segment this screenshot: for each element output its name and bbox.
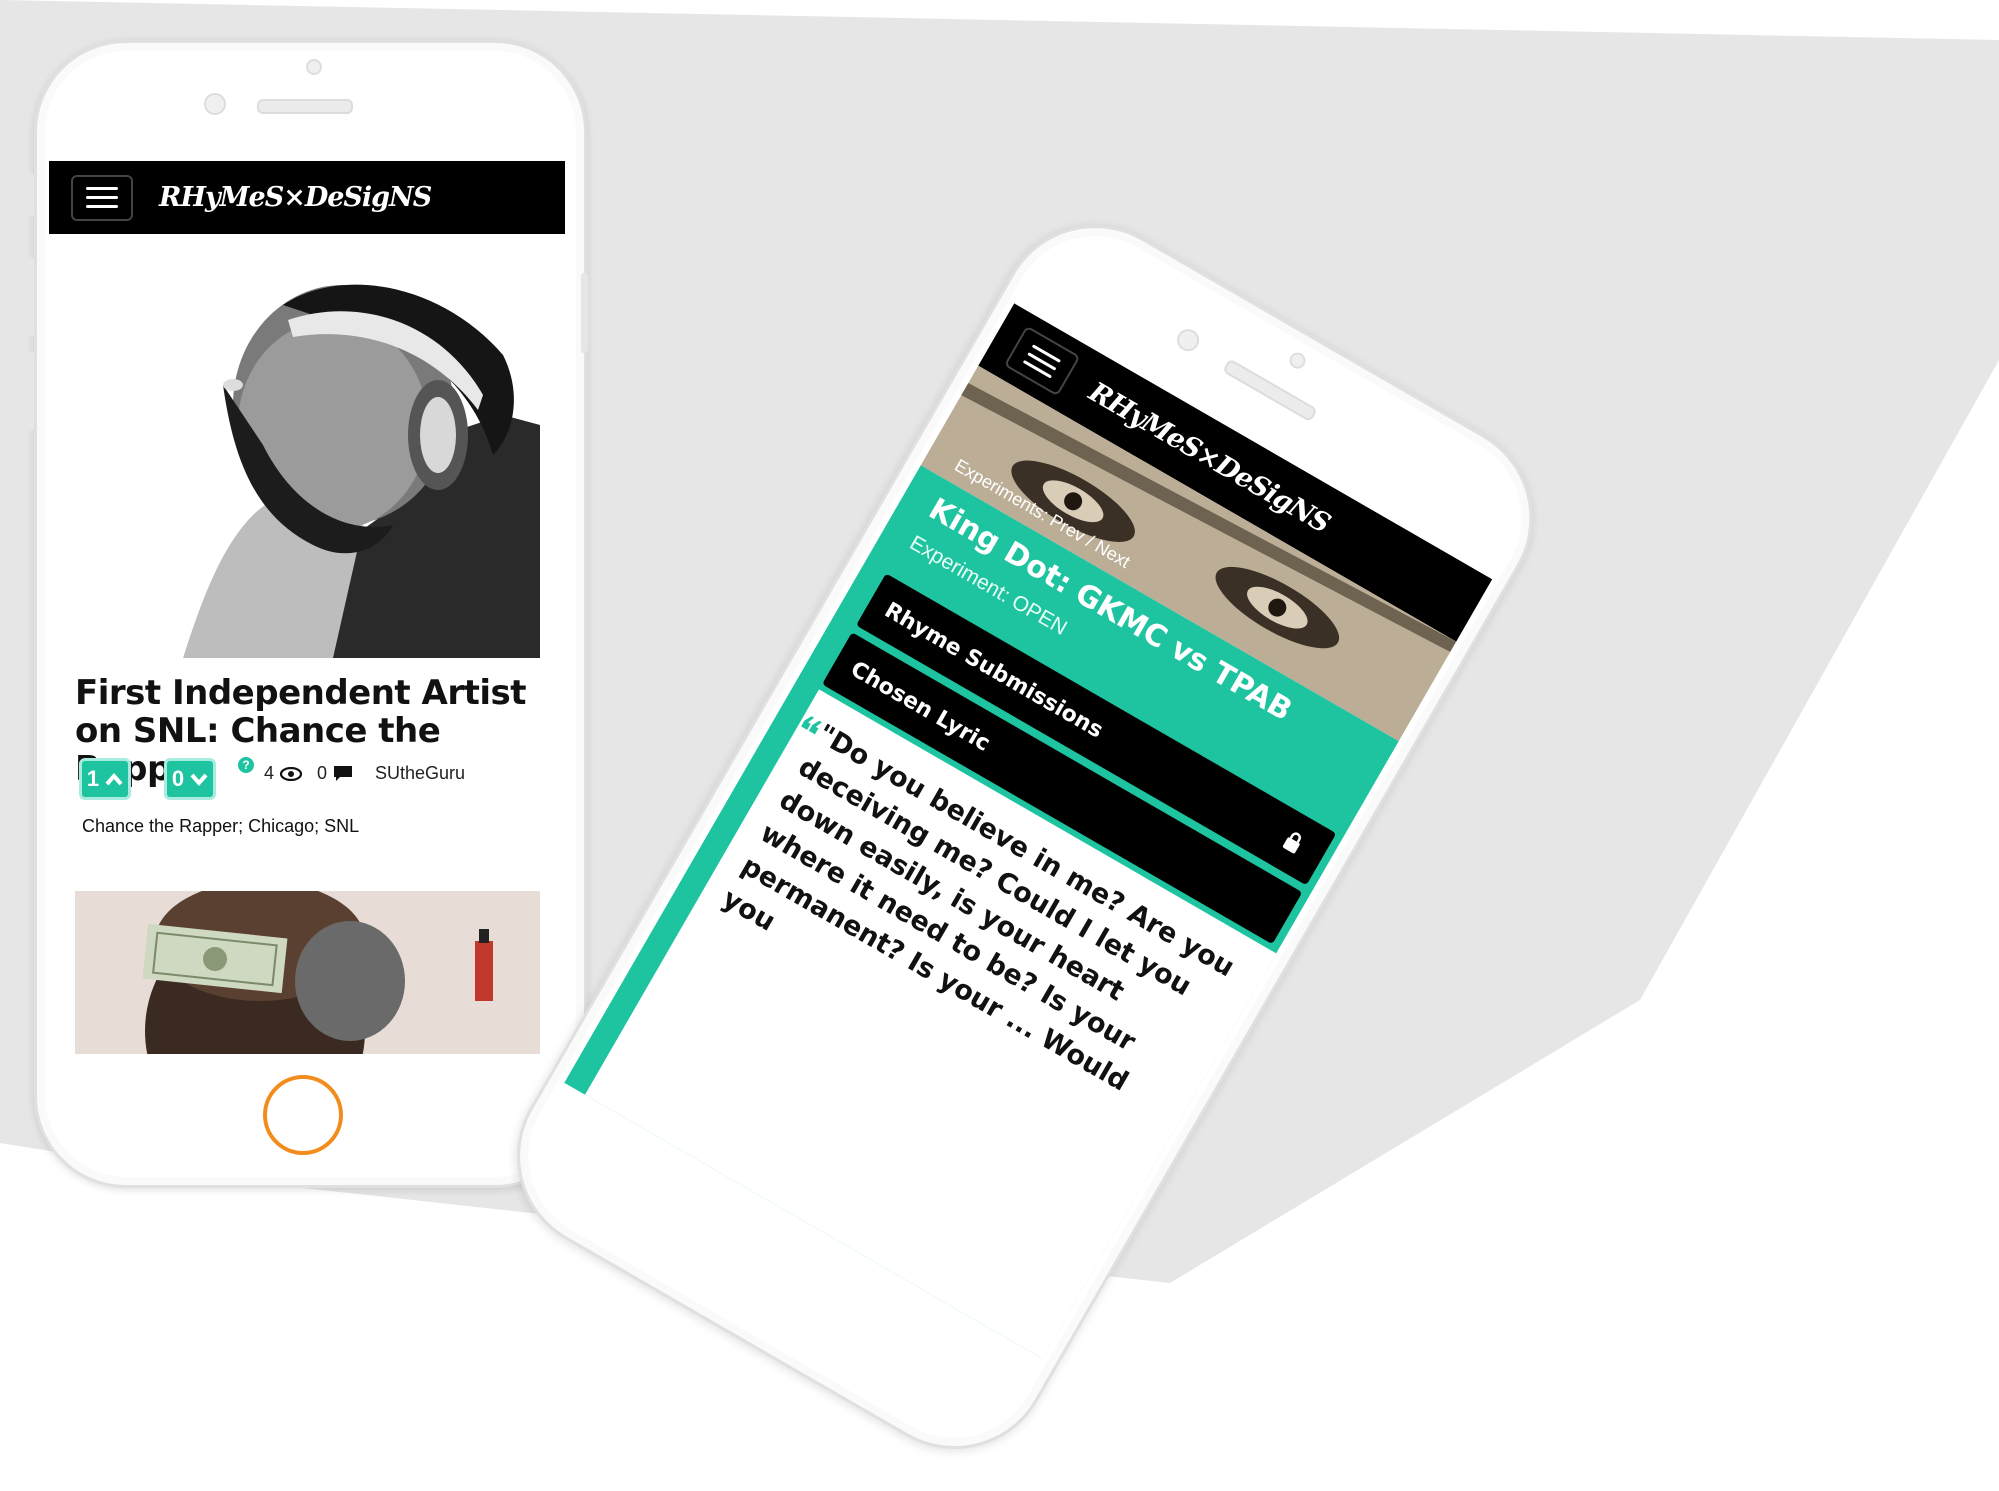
view-count: 4 — [264, 763, 303, 784]
comment-icon — [334, 766, 353, 781]
lock-icon — [1282, 832, 1301, 854]
volume-up-button — [27, 257, 34, 337]
proximity-sensor — [204, 93, 226, 115]
chevron-down-icon — [190, 773, 208, 786]
top-navbar: RHyMeS×DeSigNS — [49, 161, 565, 234]
article-author[interactable]: SUtheGuru — [375, 763, 465, 784]
front-camera — [1286, 349, 1309, 372]
power-button — [581, 273, 588, 353]
article-title[interactable]: First Independent Artist on SNL: Chance … — [75, 674, 545, 788]
chevron-up-icon — [105, 772, 123, 786]
hamburger-icon[interactable] — [71, 174, 133, 221]
earpiece-speaker — [257, 99, 353, 114]
earpiece-speaker — [1222, 358, 1318, 423]
eye-icon — [280, 766, 303, 781]
volume-down-button — [27, 351, 34, 431]
downvote-button[interactable]: 0 — [167, 761, 213, 797]
site-logo[interactable]: RHyMeS×DeSigNS — [159, 182, 432, 213]
article-thumbnail-image[interactable] — [75, 891, 540, 1054]
comment-count: 0 — [317, 763, 353, 784]
mute-switch — [27, 173, 34, 217]
phone-mockup-front: RHyMeS×DeSigNS First Independent Artist … — [27, 40, 588, 1188]
front-camera — [306, 59, 322, 75]
article-tags[interactable]: Chance the Rapper; Chicago; SNL — [82, 816, 359, 837]
proximity-sensor — [1173, 325, 1204, 356]
upvote-count: 1 — [86, 766, 100, 791]
phone-screen: RHyMeS×DeSigNS First Independent Artist … — [49, 161, 565, 1054]
home-button[interactable] — [263, 1075, 343, 1155]
upvote-button[interactable]: 1 — [82, 761, 128, 797]
downvote-count: 0 — [171, 766, 185, 791]
article-hero-image[interactable] — [83, 265, 540, 658]
hamburger-icon[interactable] — [1003, 325, 1081, 397]
question-icon[interactable]: ? — [238, 757, 254, 773]
